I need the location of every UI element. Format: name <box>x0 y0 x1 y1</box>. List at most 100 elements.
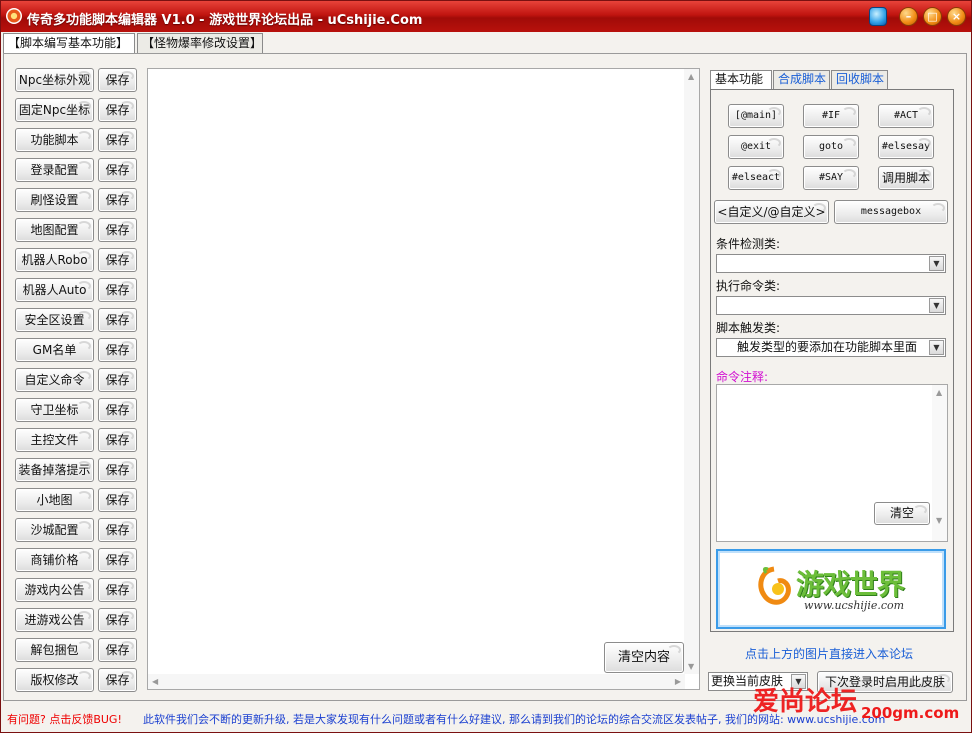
script-command-label: #SAY <box>818 172 844 183</box>
forum-banner[interactable]: 游戏世界 www.ucshijie.com <box>716 549 946 629</box>
save-button[interactable]: 保存 <box>98 158 137 182</box>
minimize-button[interactable]: – <box>899 7 918 26</box>
tab-script-basic[interactable]: 【脚本编写基本功能】 <box>3 33 135 54</box>
script-command-button[interactable]: #ACT <box>878 104 934 128</box>
messagebox-button[interactable]: messagebox <box>834 200 948 224</box>
script-command-button[interactable]: @exit <box>728 135 784 159</box>
left-function-button[interactable]: 沙城配置 <box>15 518 94 542</box>
left-function-button[interactable]: 小地图 <box>15 488 94 512</box>
left-function-button[interactable]: 自定义命令 <box>15 368 94 392</box>
save-button[interactable]: 保存 <box>98 218 137 242</box>
save-button[interactable]: 保存 <box>98 338 137 362</box>
trigger-select[interactable]: 触发类型的要添加在功能脚本里面 ▼ <box>716 338 946 357</box>
left-function-label: 安全区设置 <box>24 313 85 327</box>
app-window: 传奇多功能脚本编辑器 V1.0 - 游戏世界论坛出品 - uCshijie.Co… <box>0 0 972 733</box>
script-command-button[interactable]: #elsesay <box>878 135 934 159</box>
save-button[interactable]: 保存 <box>98 458 137 482</box>
left-function-label: 解包捆包 <box>30 643 79 657</box>
scroll-up-icon[interactable]: ▲ <box>936 388 942 397</box>
note-clear-button[interactable]: 清空 <box>874 502 930 525</box>
close-button[interactable]: × <box>947 7 966 26</box>
left-function-button[interactable]: 功能脚本 <box>15 128 94 152</box>
scroll-down-icon[interactable]: ▼ <box>936 516 942 525</box>
save-button[interactable]: 保存 <box>98 668 137 692</box>
forum-link[interactable]: 点击上方的图片直接进入本论坛 <box>745 645 913 662</box>
note-textarea[interactable]: ▲ ▼ 清空 <box>716 384 948 542</box>
left-function-label: 刷怪设置 <box>30 193 79 207</box>
left-function-button[interactable]: GM名单 <box>15 338 94 362</box>
scroll-right-icon[interactable]: ▶ <box>675 677 681 686</box>
save-button[interactable]: 保存 <box>98 638 137 662</box>
left-function-button[interactable]: 版权修改 <box>15 668 94 692</box>
custom-button-label: <自定义/@自定义> <box>717 205 826 219</box>
feedback-link[interactable]: 有问题? 点击反馈BUG! <box>7 711 122 727</box>
save-button[interactable]: 保存 <box>98 368 137 392</box>
chevron-down-icon[interactable]: ▼ <box>929 256 944 271</box>
left-function-button[interactable]: 游戏内公告 <box>15 578 94 602</box>
script-command-label: #IF <box>821 110 841 121</box>
scroll-down-icon[interactable]: ▼ <box>688 662 694 671</box>
left-function-button[interactable]: 刷怪设置 <box>15 188 94 212</box>
save-button[interactable]: 保存 <box>98 488 137 512</box>
save-button[interactable]: 保存 <box>98 68 137 92</box>
execute-select[interactable]: ▼ <box>716 296 946 315</box>
chevron-down-icon[interactable]: ▼ <box>929 340 944 355</box>
left-function-button[interactable]: Npc坐标外观 <box>15 68 94 92</box>
condition-label: 条件检测类: <box>716 237 781 251</box>
note-scrollbar[interactable]: ▲ ▼ <box>932 385 947 541</box>
left-function-button[interactable]: 守卫坐标 <box>15 398 94 422</box>
save-button[interactable]: 保存 <box>98 578 137 602</box>
script-command-button[interactable]: #elseact <box>728 166 784 190</box>
scroll-up-icon[interactable]: ▲ <box>688 72 694 81</box>
left-function-button[interactable]: 商铺价格 <box>15 548 94 572</box>
script-command-button[interactable]: #SAY <box>803 166 859 190</box>
left-function-button[interactable]: 固定Npc坐标 <box>15 98 94 122</box>
tab-recycle-script[interactable]: 回收脚本 <box>831 70 888 89</box>
left-function-button[interactable]: 安全区设置 <box>15 308 94 332</box>
save-button[interactable]: 保存 <box>98 308 137 332</box>
left-function-label: 主控文件 <box>30 433 79 447</box>
save-button[interactable]: 保存 <box>98 518 137 542</box>
editor-vertical-scrollbar[interactable]: ▲ ▼ <box>684 69 699 674</box>
save-button[interactable]: 保存 <box>98 428 137 452</box>
script-editor[interactable]: ▲ ▼ ◀ ▶ 清空内容 <box>147 68 700 690</box>
left-function-label: 商铺价格 <box>30 553 79 567</box>
script-command-button[interactable]: 调用脚本 <box>878 166 934 190</box>
chevron-down-icon[interactable]: ▼ <box>929 298 944 313</box>
left-function-button[interactable]: 机器人Auto <box>15 278 94 302</box>
left-function-button[interactable]: 登录配置 <box>15 158 94 182</box>
left-function-button[interactable]: 解包捆包 <box>15 638 94 662</box>
scroll-left-icon[interactable]: ◀ <box>152 677 158 686</box>
app-logo-icon <box>6 8 22 24</box>
maximize-button[interactable]: □ <box>923 7 942 26</box>
script-command-button[interactable]: [@main] <box>728 104 784 128</box>
clear-content-button[interactable]: 清空内容 <box>604 642 684 673</box>
left-function-button[interactable]: 主控文件 <box>15 428 94 452</box>
save-button[interactable]: 保存 <box>98 608 137 632</box>
watermark-url: 200gm.com <box>861 704 960 722</box>
save-button[interactable]: 保存 <box>98 278 137 302</box>
condition-select[interactable]: ▼ <box>716 254 946 273</box>
editor-horizontal-scrollbar[interactable]: ◀ ▶ <box>148 674 685 689</box>
custom-button[interactable]: <自定义/@自定义> <box>714 200 829 224</box>
save-button[interactable]: 保存 <box>98 548 137 572</box>
save-button[interactable]: 保存 <box>98 128 137 152</box>
save-button[interactable]: 保存 <box>98 98 137 122</box>
left-function-label: 地图配置 <box>30 223 79 237</box>
left-function-button[interactable]: 机器人Robo <box>15 248 94 272</box>
window-title: 传奇多功能脚本编辑器 V1.0 - 游戏世界论坛出品 - uCshijie.Co… <box>27 13 423 28</box>
left-function-label: GM名单 <box>32 343 77 357</box>
save-button[interactable]: 保存 <box>98 398 137 422</box>
script-command-button[interactable]: goto <box>803 135 859 159</box>
save-button[interactable]: 保存 <box>98 188 137 212</box>
title-bar[interactable]: 传奇多功能脚本编辑器 V1.0 - 游戏世界论坛出品 - uCshijie.Co… <box>1 1 971 32</box>
left-function-button[interactable]: 装备掉落提示 <box>15 458 94 482</box>
save-button[interactable]: 保存 <box>98 248 137 272</box>
skin-icon[interactable] <box>869 7 887 26</box>
tab-compose-script[interactable]: 合成脚本 <box>773 70 830 89</box>
left-function-button[interactable]: 地图配置 <box>15 218 94 242</box>
tab-monster-drop[interactable]: 【怪物爆率修改设置】 <box>137 33 263 53</box>
script-command-button[interactable]: #IF <box>803 104 859 128</box>
left-function-button[interactable]: 进游戏公告 <box>15 608 94 632</box>
tab-basic-function[interactable]: 基本功能 <box>710 70 772 90</box>
